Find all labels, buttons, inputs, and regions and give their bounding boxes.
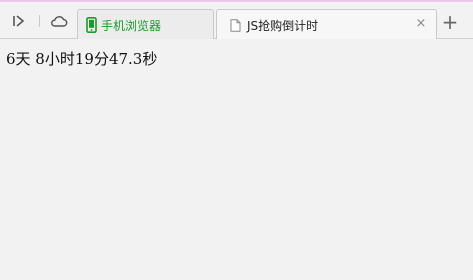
tab-label: JS抢购倒计时 bbox=[247, 19, 319, 33]
tab-mobile-browser[interactable]: 手机浏览器 bbox=[77, 9, 214, 40]
page-icon bbox=[230, 19, 241, 32]
toolbar-divider bbox=[39, 15, 40, 27]
sidebar-toggle-icon[interactable] bbox=[8, 10, 30, 32]
plus-icon[interactable]: + bbox=[438, 11, 462, 33]
tab-bar: 手机浏览器 JS抢购倒计时 × + bbox=[0, 2, 473, 41]
close-icon[interactable]: × bbox=[415, 17, 427, 30]
tab-js-countdown[interactable]: JS抢购倒计时 × bbox=[216, 9, 437, 41]
countdown-text: 6天 8小时19分47.3秒 bbox=[6, 50, 158, 68]
mobile-phone-icon bbox=[86, 17, 97, 33]
page-content: 6天 8小时19分47.3秒 bbox=[0, 39, 473, 280]
browser-window: 手机浏览器 JS抢购倒计时 × + 6天 8小时19分47.3秒 bbox=[0, 0, 473, 280]
cloud-icon[interactable] bbox=[48, 10, 70, 32]
tab-label: 手机浏览器 bbox=[101, 18, 162, 33]
